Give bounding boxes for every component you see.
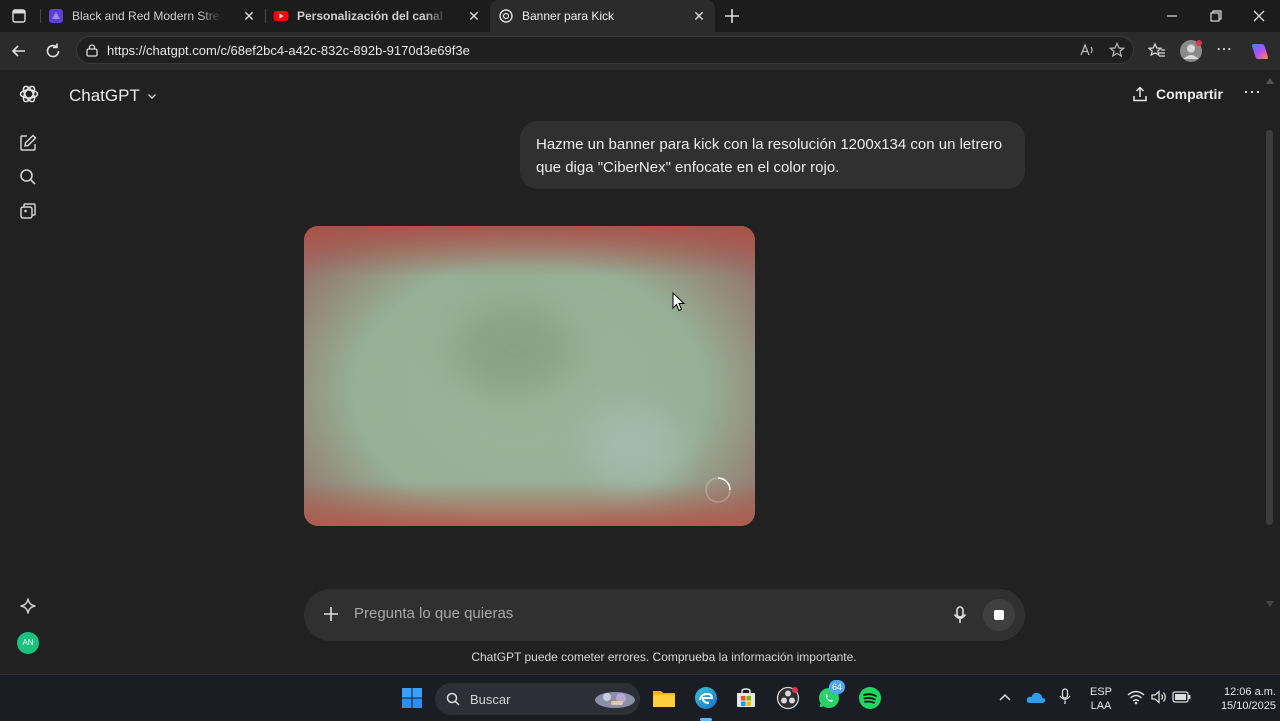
- reload-icon[interactable]: [43, 41, 63, 61]
- message-composer[interactable]: Pregunta lo que quieras: [304, 589, 1025, 641]
- profile-avatar[interactable]: [1180, 40, 1202, 62]
- tab-canva[interactable]: Black and Red Modern Stream Tw ✕: [40, 0, 265, 32]
- windows-taskbar: Buscar 64 ESP LAA 12:06 a.m. 15/10/2025: [0, 674, 1280, 721]
- new-tab-icon[interactable]: [722, 6, 742, 26]
- add-attachment-icon[interactable]: [322, 605, 340, 623]
- canva-icon: [48, 8, 64, 24]
- clock-date: 15/10/2025: [1220, 700, 1276, 712]
- model-name: ChatGPT: [69, 86, 140, 105]
- user-message-bubble: Hazme un banner para kick con la resoluc…: [520, 121, 1025, 189]
- chatgpt-app: AN ChatGPT Compartir ⋯ Hazme un banner p…: [0, 70, 1280, 674]
- search-icon: [446, 692, 460, 706]
- favorites-icon[interactable]: [1148, 42, 1166, 60]
- tab-title: Black and Red Modern Stream Tw: [72, 9, 222, 23]
- keyboard-layout: LAA: [1090, 700, 1112, 712]
- windows-start-icon[interactable]: [401, 687, 423, 709]
- stop-generating-button[interactable]: [983, 599, 1015, 631]
- share-icon: [1131, 85, 1149, 103]
- generating-image-preview: [304, 226, 755, 526]
- settings-more-icon[interactable]: ⋯: [1214, 42, 1234, 60]
- youtube-icon: [273, 8, 289, 24]
- microsoft-store-icon[interactable]: [735, 687, 757, 709]
- minimize-icon[interactable]: [1164, 8, 1180, 24]
- taskbar-search[interactable]: Buscar: [435, 683, 640, 715]
- microphone-icon[interactable]: [951, 605, 969, 625]
- stop-icon: [994, 610, 1004, 620]
- library-icon[interactable]: [18, 201, 38, 221]
- composer-placeholder[interactable]: Pregunta lo que quieras: [354, 605, 513, 622]
- chevron-down-icon: [146, 90, 158, 102]
- spotify-icon[interactable]: [858, 686, 882, 710]
- battery-icon[interactable]: [1172, 690, 1192, 704]
- close-tab-icon[interactable]: ✕: [466, 8, 482, 24]
- chatgpt-icon: [498, 8, 514, 24]
- address-bar-row: https://chatgpt.com/c/68ef2bc4-a42c-832c…: [0, 32, 1280, 70]
- microphone-tray-icon[interactable]: [1058, 688, 1072, 706]
- search-chats-icon[interactable]: [18, 167, 38, 187]
- browser-tab-bar: Black and Red Modern Stream Tw ✕ Persona…: [0, 0, 1280, 32]
- tab-banner-kick[interactable]: Banner para Kick ✕: [490, 0, 715, 32]
- wifi-icon[interactable]: [1127, 689, 1145, 705]
- show-hidden-icons-icon[interactable]: [998, 691, 1012, 703]
- model-selector[interactable]: ChatGPT: [69, 84, 158, 108]
- scrollbar-thumb[interactable]: [1266, 130, 1273, 525]
- sparkle-upgrade-icon[interactable]: [19, 597, 37, 615]
- language-code: ESP: [1089, 686, 1112, 698]
- scrollbar-up-arrow[interactable]: [1266, 78, 1274, 84]
- user-message-text: Hazme un banner para kick con la resoluc…: [536, 136, 1003, 176]
- tab-title: Personalización del canal - YouTu: [297, 9, 447, 23]
- tab-youtube[interactable]: Personalización del canal - YouTu ✕: [265, 0, 490, 32]
- favorite-star-icon[interactable]: [1109, 42, 1125, 58]
- read-aloud-icon[interactable]: [1079, 42, 1095, 58]
- user-initials: AN: [22, 638, 34, 647]
- loading-spinner-icon: [705, 477, 731, 503]
- disclaimer-text: ChatGPT puede cometer errores. Comprueba…: [471, 650, 857, 664]
- close-tab-icon[interactable]: ✕: [241, 8, 257, 24]
- copilot-icon[interactable]: [1249, 40, 1271, 62]
- volume-icon[interactable]: [1150, 689, 1168, 705]
- scrollbar-down-arrow[interactable]: [1266, 601, 1274, 607]
- address-bar[interactable]: https://chatgpt.com/c/68ef2bc4-a42c-832c…: [76, 36, 1134, 64]
- url-text[interactable]: https://chatgpt.com/c/68ef2bc4-a42c-832c…: [107, 43, 470, 58]
- input-language[interactable]: ESP LAA: [1086, 685, 1116, 713]
- clock[interactable]: 12:06 a.m. 15/10/2025: [1198, 685, 1276, 713]
- tab-title: Banner para Kick: [522, 9, 615, 23]
- file-explorer-icon[interactable]: [652, 687, 676, 709]
- onedrive-icon[interactable]: [1026, 690, 1046, 704]
- search-label: Buscar: [470, 692, 511, 707]
- new-chat-icon[interactable]: [18, 133, 38, 153]
- conversation-options-icon[interactable]: ⋯: [1242, 83, 1262, 103]
- tab-actions-icon[interactable]: [11, 8, 27, 24]
- site-info-icon[interactable]: [85, 43, 99, 57]
- whatsapp-badge: 64: [829, 680, 846, 694]
- back-icon[interactable]: [9, 41, 29, 61]
- edge-icon[interactable]: [693, 685, 719, 721]
- close-tab-icon[interactable]: ✕: [691, 8, 707, 24]
- clock-time: 12:06 a.m.: [1224, 686, 1276, 698]
- mouse-cursor-icon: [672, 292, 686, 312]
- restore-icon[interactable]: [1208, 8, 1224, 24]
- obs-icon[interactable]: [776, 686, 800, 710]
- share-label: Compartir: [1156, 86, 1223, 102]
- openai-logo-icon[interactable]: [18, 83, 40, 105]
- whatsapp-icon[interactable]: 64: [817, 680, 846, 710]
- share-button[interactable]: Compartir: [1131, 83, 1223, 105]
- search-highlight-icon: [593, 688, 637, 710]
- close-window-icon[interactable]: [1251, 8, 1267, 24]
- whatsapp-badge-count: 64: [832, 682, 843, 692]
